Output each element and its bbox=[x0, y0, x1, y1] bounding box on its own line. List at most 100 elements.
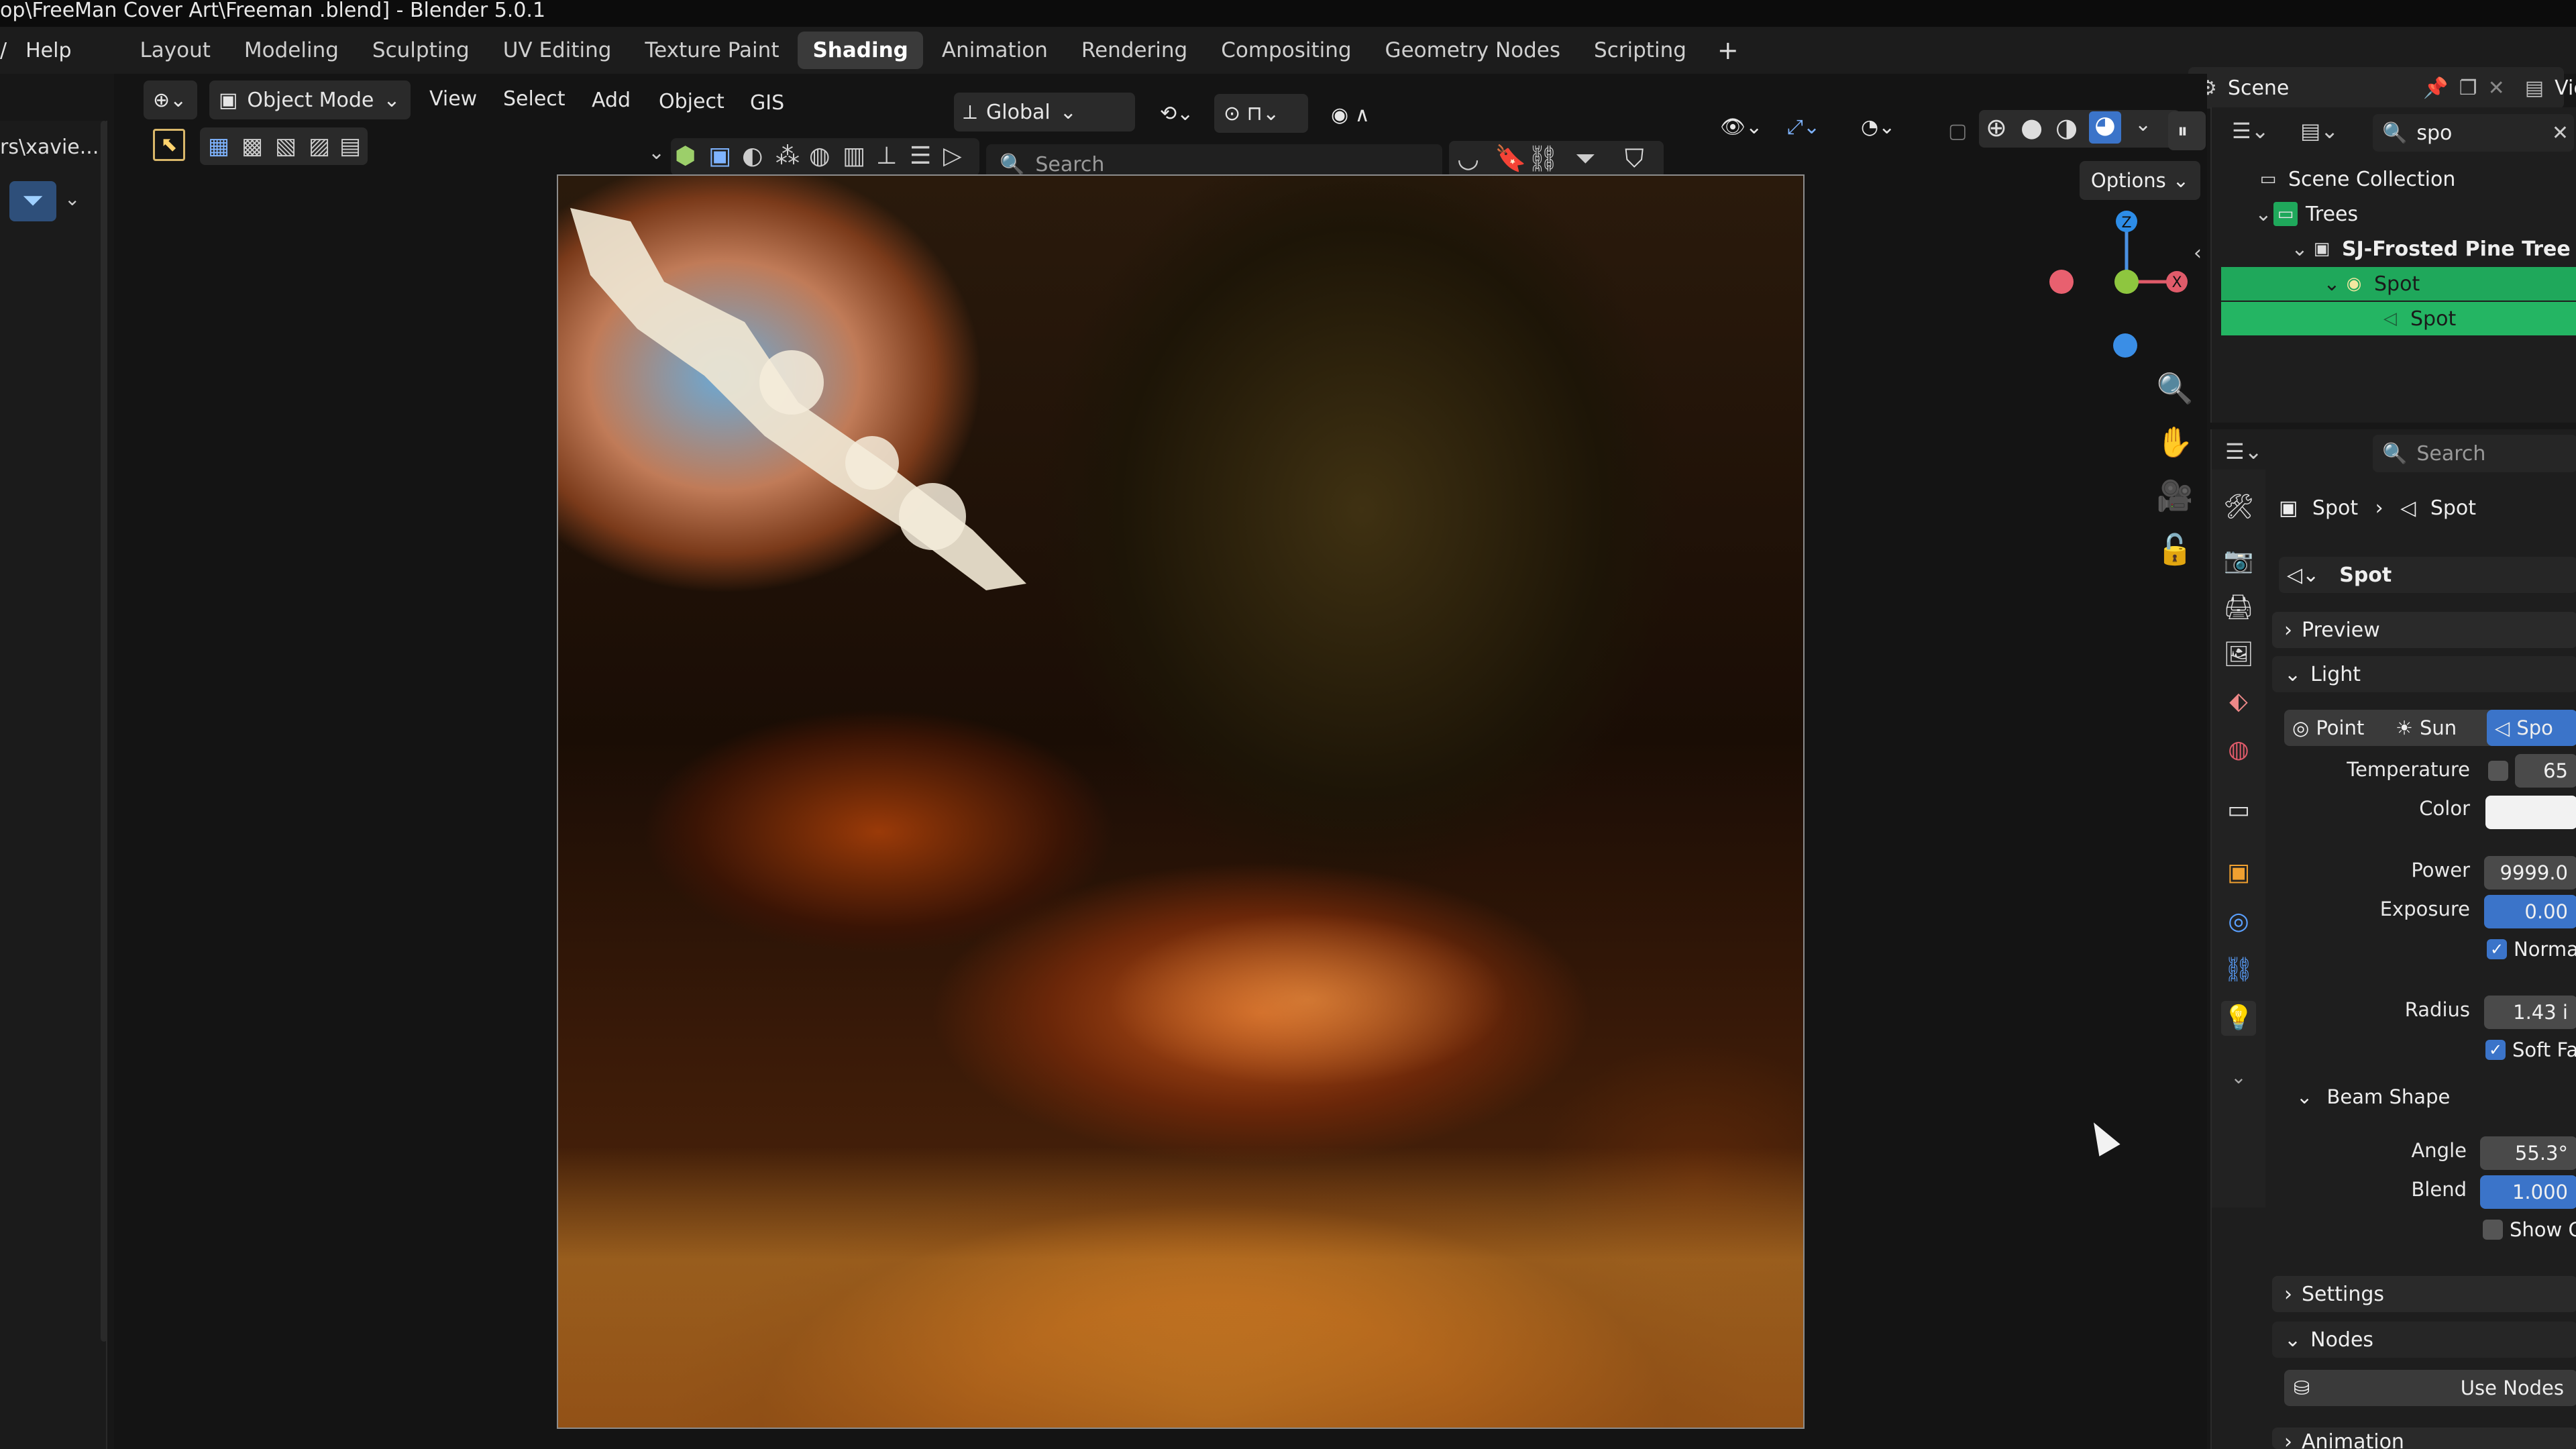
particle-filter-icon[interactable]: ⁂ bbox=[775, 142, 800, 170]
outliner-search-input[interactable]: 🔍 spo ✕ bbox=[2373, 114, 2574, 152]
xray-icon[interactable]: ▢ bbox=[1939, 111, 1979, 150]
light-panel-header[interactable]: ⌄ Light bbox=[2272, 656, 2576, 692]
animation-panel-header[interactable]: › Animation bbox=[2272, 1428, 2576, 1449]
zoom-icon[interactable]: 🔍 bbox=[2155, 369, 2195, 409]
outliner-row-trees[interactable]: ⌄ ▭ Trees bbox=[2212, 197, 2576, 231]
solid-shading-icon[interactable]: ● bbox=[2021, 113, 2043, 142]
world-filter-icon[interactable]: ◍ bbox=[809, 142, 830, 170]
outliner-editor-icon[interactable]: ☰⌄ bbox=[2232, 118, 2269, 144]
transform-orientation-dropdown[interactable]: ⟂ Global ⌄ bbox=[954, 93, 1135, 131]
rendered-shading-icon[interactable]: ◕ bbox=[2089, 111, 2121, 144]
tab-modeling[interactable]: Modeling bbox=[229, 32, 354, 69]
tab-sculpting[interactable]: Sculpting bbox=[358, 32, 484, 69]
editor-type-button[interactable]: ⊕⌄ bbox=[144, 80, 197, 119]
light-data-tab-icon[interactable]: 💡 bbox=[2221, 1001, 2256, 1036]
light-type-spot[interactable]: ◁ Spo bbox=[2487, 710, 2576, 746]
blend-field[interactable]: 1.000 bbox=[2480, 1175, 2576, 1209]
temperature-field[interactable]: 65 bbox=[2515, 754, 2576, 788]
visibility-icon[interactable]: 👁⌄ bbox=[1711, 107, 1771, 146]
wireframe-shading-icon[interactable]: ⊕ bbox=[1986, 113, 2007, 142]
tab-layout[interactable]: Layout bbox=[125, 32, 225, 69]
use-nodes-button[interactable]: ⛁ Use Nodes bbox=[2284, 1370, 2576, 1406]
select-intersect-icon[interactable]: ▤ bbox=[339, 133, 361, 160]
empty-filter-icon[interactable]: ☰ bbox=[910, 142, 931, 170]
menu-select[interactable]: Select bbox=[503, 87, 566, 111]
radius-field[interactable]: 1.43 i bbox=[2484, 996, 2576, 1029]
object-mode-dropdown[interactable]: ▣ Object Mode ⌄ bbox=[209, 80, 411, 119]
object-filter-icon[interactable]: ▣ bbox=[708, 142, 731, 170]
tab-animation[interactable]: Animation bbox=[927, 32, 1063, 69]
light-datablock-selector[interactable]: ◁⌄ Spot bbox=[2279, 557, 2576, 593]
visibility-filter-icons[interactable]: ⬢ ▣ ◐ ⁂ ◍ ▥ ⊥ ☰ ▷ bbox=[671, 138, 979, 176]
tool-tab-icon[interactable]: 🛠 bbox=[2221, 490, 2256, 525]
soft-falloff-checkbox[interactable]: ✓ Soft Falloff bbox=[2485, 1038, 2576, 1061]
clear-search-icon[interactable]: ✕ bbox=[2552, 121, 2569, 145]
outliner-row-spot-object[interactable]: ⌄ ◉ Spot bbox=[2221, 267, 2576, 301]
bookmark-icon[interactable]: 🔖 bbox=[1495, 144, 1526, 174]
pan-hand-icon[interactable]: ✋ bbox=[2155, 423, 2195, 463]
tab-texture-paint[interactable]: Texture Paint bbox=[630, 32, 794, 69]
pivot-point-icon[interactable]: ⟲⌄ bbox=[1150, 94, 1211, 133]
select-extend-icon[interactable]: ▩ bbox=[241, 133, 263, 160]
camera-filter-icon[interactable]: ▥ bbox=[843, 142, 865, 170]
pin-icon[interactable]: 📌 bbox=[2423, 76, 2448, 100]
light-filter-icon[interactable]: ⊥ bbox=[876, 142, 897, 170]
material-shading-icon[interactable]: ◑ bbox=[2055, 113, 2078, 142]
angle-field[interactable]: 55.3° bbox=[2480, 1136, 2576, 1170]
collapse-sidebar-icon[interactable]: ‹ bbox=[2194, 241, 2202, 265]
outliner-row-frosted-pine[interactable]: ⌄ ▣ SJ-Frosted Pine Tree bbox=[2212, 232, 2576, 266]
world-tab-icon[interactable]: ◍ bbox=[2221, 733, 2256, 767]
shield-icon[interactable]: ⛉ bbox=[1625, 144, 1644, 174]
navigation-gizmo[interactable]: Z X bbox=[2026, 195, 2200, 369]
shading-mode-group[interactable]: ⊕ ● ◑ ◕ ⌄ bbox=[1979, 110, 2180, 148]
expand-icon[interactable]: ⌄ bbox=[2322, 272, 2342, 296]
properties-editor-icon[interactable]: ☰⌄ bbox=[2225, 439, 2263, 464]
select-invert-icon[interactable]: ▨ bbox=[309, 133, 330, 160]
nodes-panel-header[interactable]: ⌄ Nodes bbox=[2272, 1322, 2576, 1358]
tab-compositing[interactable]: Compositing bbox=[1206, 32, 1366, 69]
lock-icon[interactable]: 🔓 bbox=[2155, 530, 2195, 570]
object-tab-icon[interactable]: ▣ bbox=[2221, 855, 2256, 890]
3d-viewport[interactable]: ⊕⌄ ▣ Object Mode ⌄ View Select Add Objec… bbox=[114, 74, 2207, 1449]
expand-icon[interactable]: ⌄ bbox=[2290, 237, 2310, 261]
filter-icon[interactable]: ⏷ bbox=[9, 181, 56, 221]
scene-tab-icon[interactable]: ⬖ bbox=[2221, 684, 2256, 719]
camera-view-icon[interactable]: 🎥 bbox=[2155, 476, 2195, 517]
light-type-sun[interactable]: ☀ Sun bbox=[2387, 710, 2465, 746]
preview-panel-header[interactable]: › Preview bbox=[2272, 612, 2576, 648]
proportional-edit-icon[interactable]: ◉ ∧ bbox=[1322, 95, 1389, 134]
tab-uv-editing[interactable]: UV Editing bbox=[488, 32, 627, 69]
display-mode-icon[interactable]: ▤⌄ bbox=[2300, 118, 2339, 144]
chevron-down-icon[interactable]: ⌄ bbox=[2135, 113, 2151, 136]
rendered-camera-view[interactable] bbox=[557, 174, 1805, 1429]
snap-icon[interactable]: ⊙ ⊓⌄ bbox=[1214, 94, 1308, 133]
show-cone-checkbox[interactable]: Show Cone bbox=[2483, 1218, 2576, 1241]
power-field[interactable]: 9999.0 bbox=[2484, 856, 2576, 890]
output-tab-icon[interactable]: 🖨 bbox=[2221, 590, 2256, 625]
more-tabs-icon[interactable]: ⌄ bbox=[2221, 1060, 2256, 1095]
tab-geometry-nodes[interactable]: Geometry Nodes bbox=[1371, 32, 1576, 69]
color-wheel-icon[interactable]: ⬢ bbox=[675, 142, 696, 170]
mesh-filter-icon[interactable]: ◐ bbox=[742, 142, 763, 170]
add-workspace-icon[interactable]: + bbox=[1705, 36, 1751, 65]
color-swatch[interactable] bbox=[2485, 796, 2576, 829]
outliner-row-scene-collection[interactable]: ▭ Scene Collection bbox=[2212, 162, 2576, 196]
select-tool-icon[interactable]: ⬉ bbox=[153, 129, 185, 161]
tab-rendering[interactable]: Rendering bbox=[1067, 32, 1202, 69]
other-filter-icon[interactable]: ▷ bbox=[943, 142, 962, 170]
selection-mode-group[interactable]: ▦ ▩ ▧ ▨ ▤ bbox=[200, 127, 368, 165]
menu-object[interactable]: Object bbox=[659, 90, 724, 113]
tab-scripting[interactable]: Scripting bbox=[1579, 32, 1701, 69]
menu-help[interactable]: Help bbox=[25, 39, 71, 62]
tab-shading[interactable]: Shading bbox=[798, 32, 923, 69]
light-type-point[interactable]: ◎ Point bbox=[2284, 710, 2372, 746]
left-scrollbar[interactable] bbox=[101, 121, 107, 1342]
pause-render-icon[interactable]: ⏸ bbox=[2168, 111, 2206, 150]
outliner-row-spot-data[interactable]: ◁ Spot bbox=[2221, 302, 2576, 335]
view-layer-icon[interactable]: ▤ bbox=[2525, 76, 2544, 100]
asset-tools-group[interactable]: ◡ 🔖 ⛓ ⏷ ⛉ bbox=[1449, 141, 1664, 178]
settings-panel-header[interactable]: › Settings bbox=[2272, 1276, 2576, 1312]
menu-add[interactable]: Add bbox=[592, 89, 631, 112]
close-scene-icon[interactable]: ✕ bbox=[2488, 76, 2505, 100]
scene-selector[interactable]: ⚙ Scene 📌 ❐ ✕ ▤ Vie bbox=[2188, 67, 2576, 109]
